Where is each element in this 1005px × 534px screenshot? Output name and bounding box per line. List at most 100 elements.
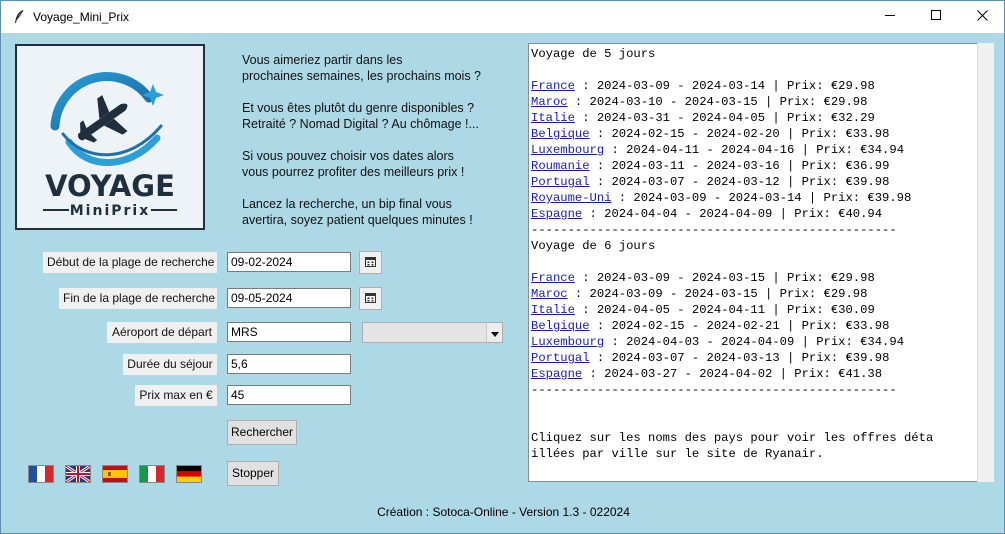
country-link[interactable]: Italie <box>531 111 575 125</box>
italy-flag-icon <box>140 466 164 482</box>
result-line: Maroc : 2024-03-09 - 2024-03-15 | Prix: … <box>531 286 990 302</box>
country-link[interactable]: Maroc <box>531 287 568 301</box>
country-link[interactable]: Belgique <box>531 319 590 333</box>
offer-details: : 2024-04-04 - 2024-04-09 | Prix: €40.94 <box>582 207 883 221</box>
end-date-calendar-button[interactable] <box>359 287 382 310</box>
offer-details: : 2024-03-09 - 2024-03-14 | Prix: €29.98 <box>574 79 875 93</box>
country-link[interactable]: Maroc <box>531 95 568 109</box>
app-window: Voyage_Mini_Prix VOYAGE MiniPrix Vous ai… <box>0 0 1005 534</box>
results-scrollbar[interactable] <box>977 43 994 482</box>
app-logo: VOYAGE MiniPrix <box>15 44 205 230</box>
result-line <box>531 414 990 430</box>
country-link[interactable]: Luxembourg <box>531 335 604 349</box>
offer-details: : 2024-03-11 - 2024-03-16 | Prix: €36.99 <box>589 159 890 173</box>
spain-flag-icon <box>103 466 127 482</box>
result-line: France : 2024-03-09 - 2024-03-15 | Prix:… <box>531 270 990 286</box>
country-link[interactable]: Portugal <box>531 351 590 365</box>
offer-details: : 2024-03-07 - 2024-03-12 | Prix: €39.98 <box>589 175 890 189</box>
calendar-icon <box>365 292 376 306</box>
country-link[interactable]: Espagne <box>531 367 582 381</box>
result-line: Portugal : 2024-03-07 - 2024-03-12 | Pri… <box>531 174 990 190</box>
feather-icon <box>12 9 26 25</box>
offer-details: : 2024-03-09 - 2024-03-15 | Prix: €29.98 <box>574 271 875 285</box>
flag-spain-button[interactable] <box>102 465 128 483</box>
result-line <box>531 62 990 78</box>
result-line: Portugal : 2024-03-07 - 2024-03-13 | Pri… <box>531 350 990 366</box>
result-line: Voyage de 5 jours <box>531 47 656 61</box>
close-button[interactable] <box>959 1 1005 33</box>
stop-button[interactable]: Stopper <box>227 461 279 486</box>
result-line: Italie : 2024-03-31 - 2024-04-05 | Prix:… <box>531 110 990 126</box>
offer-details: : 2024-03-09 - 2024-03-14 | Prix: €39.98 <box>611 191 912 205</box>
country-link[interactable]: Luxembourg <box>531 143 604 157</box>
result-line: Royaume-Uni : 2024-03-09 - 2024-03-14 | … <box>531 190 990 206</box>
country-link[interactable]: Espagne <box>531 207 582 221</box>
close-icon <box>976 10 988 24</box>
minimize-icon <box>884 10 896 24</box>
offer-details: : 2024-04-11 - 2024-04-16 | Prix: €34.94 <box>604 143 905 157</box>
offer-details: : 2024-03-10 - 2024-03-15 | Prix: €29.98 <box>567 95 868 109</box>
search-button[interactable]: Rechercher <box>227 420 297 445</box>
uk-flag-icon <box>66 466 90 482</box>
duration-label: Durée du séjour <box>123 354 217 375</box>
title-bar: Voyage_Mini_Prix <box>1 1 1004 33</box>
country-link[interactable]: Roumanie <box>531 159 590 173</box>
end-date-label: Fin de la plage de recherche <box>59 288 217 309</box>
intro-paragraph-1: Vous aimeriez partir dans les prochaines… <box>242 53 482 83</box>
offer-details: : 2024-04-05 - 2024-04-11 | Prix: €30.09 <box>574 303 875 317</box>
logo-word-miniprix: MiniPrix <box>70 203 151 219</box>
minimize-button[interactable] <box>867 1 913 33</box>
offer-details: : 2024-04-03 - 2024-04-09 | Prix: €34.94 <box>604 335 905 349</box>
result-line: France : 2024-03-09 - 2024-03-14 | Prix:… <box>531 78 990 94</box>
offer-details: : 2024-03-07 - 2024-03-13 | Prix: €39.98 <box>589 351 890 365</box>
maximize-icon <box>930 10 942 24</box>
offer-details: : 2024-03-31 - 2024-04-05 | Prix: €32.29 <box>574 111 875 125</box>
result-line: Cliquez sur les noms des pays pour voir … <box>531 431 934 445</box>
result-line <box>531 254 990 270</box>
result-line: illées par ville sur le site de Ryanair. <box>531 447 824 461</box>
intro-paragraph-4: Lancez la recherche, un bip final vous a… <box>242 197 473 227</box>
airport-dropdown[interactable] <box>362 322 503 343</box>
country-link[interactable]: France <box>531 79 575 93</box>
calendar-icon <box>365 256 376 270</box>
france-flag-icon <box>29 466 53 482</box>
airport-field[interactable] <box>227 322 351 342</box>
start-date-field[interactable] <box>227 252 351 272</box>
max-price-label: Prix max en € <box>135 385 217 406</box>
result-line: Luxembourg : 2024-04-11 - 2024-04-16 | P… <box>531 142 990 158</box>
germany-flag-icon <box>177 466 201 482</box>
start-date-calendar-button[interactable] <box>359 251 382 274</box>
country-link[interactable]: Belgique <box>531 127 590 141</box>
results-text-area[interactable]: Voyage de 5 jours France : 2024-03-09 - 2… <box>528 43 993 482</box>
result-line: Luxembourg : 2024-04-03 - 2024-04-09 | P… <box>531 334 990 350</box>
country-link[interactable]: France <box>531 271 575 285</box>
intro-paragraph-3: Si vous pouvez choisir vos dates alors v… <box>242 149 465 179</box>
maximize-button[interactable] <box>913 1 959 33</box>
result-line: Belgique : 2024-02-15 - 2024-02-20 | Pri… <box>531 126 990 142</box>
flag-germany-button[interactable] <box>176 465 202 483</box>
duration-field[interactable] <box>227 354 351 374</box>
start-date-label: Début de la plage de recherche <box>43 252 217 273</box>
max-price-field[interactable] <box>227 385 351 405</box>
logo-word-voyage: VOYAGE <box>45 169 175 203</box>
country-link[interactable]: Portugal <box>531 175 590 189</box>
result-line: ----------------------------------------… <box>531 223 897 237</box>
result-line: ----------------------------------------… <box>531 383 897 397</box>
country-link[interactable]: Royaume-Uni <box>531 191 611 205</box>
result-line: Maroc : 2024-03-10 - 2024-03-15 | Prix: … <box>531 94 990 110</box>
offer-details: : 2024-02-15 - 2024-02-20 | Prix: €33.98 <box>589 127 890 141</box>
flag-italy-button[interactable] <box>139 465 165 483</box>
flag-uk-button[interactable] <box>65 465 91 483</box>
end-date-field[interactable] <box>227 288 351 308</box>
result-line: Belgique : 2024-02-15 - 2024-02-21 | Pri… <box>531 318 990 334</box>
country-link[interactable]: Italie <box>531 303 575 317</box>
result-line <box>531 398 990 414</box>
dropdown-arrow[interactable] <box>486 323 502 342</box>
airport-label: Aéroport de départ <box>107 322 217 343</box>
offer-details: : 2024-02-15 - 2024-02-21 | Prix: €33.98 <box>589 319 890 333</box>
result-line: Espagne : 2024-04-04 - 2024-04-09 | Prix… <box>531 206 990 222</box>
flag-france-button[interactable] <box>28 465 54 483</box>
window-title: Voyage_Mini_Prix <box>33 10 130 24</box>
intro-paragraph-2: Et vous êtes plutôt du genre disponibles… <box>242 101 479 131</box>
offer-details: : 2024-03-27 - 2024-04-02 | Prix: €41.38 <box>582 367 883 381</box>
